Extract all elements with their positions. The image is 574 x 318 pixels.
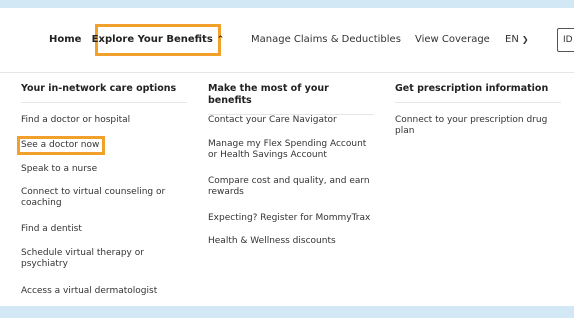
menu-link-find-doctor[interactable]: Find a doctor or hospital — [21, 115, 130, 126]
menu-link-wellness-discounts[interactable]: Health & Wellness discounts — [208, 236, 336, 247]
nav-explore-benefits-button[interactable]: Explore Your Benefits ⌃ — [91, 24, 224, 56]
language-label: EN — [505, 34, 519, 45]
nav-manage-claims-link[interactable]: Manage Claims & Deductibles — [251, 33, 401, 47]
menu-link-virtual-dermatologist[interactable]: Access a virtual dermatologist — [21, 286, 157, 297]
column-heading: Your in-network care options — [21, 83, 187, 103]
menu-link-care-navigator[interactable]: Contact your Care Navigator — [208, 115, 337, 126]
id-card-button[interactable]: ID — [557, 28, 574, 52]
menu-link-mommytrax[interactable]: Expecting? Register for MommyTrax — [208, 213, 370, 224]
language-selector[interactable]: EN ❯ — [505, 33, 529, 47]
menu-column-benefits: Make the most of your benefits Contact y… — [208, 73, 374, 246]
menu-link-find-dentist[interactable]: Find a dentist — [21, 224, 82, 235]
menu-link-virtual-counseling[interactable]: Connect to virtual counseling or coachin… — [21, 187, 181, 209]
menu-column-care-options: Your in-network care options Find a doct… — [16, 73, 187, 296]
top-navigation: Home Explore Your Benefits ⌃ Manage Clai… — [0, 0, 574, 72]
column-heading: Make the most of your benefits — [208, 83, 374, 115]
menu-link-prescription-plan[interactable]: Connect to your prescription drug plan — [395, 115, 561, 137]
menu-link-speak-nurse[interactable]: Speak to a nurse — [21, 164, 97, 175]
chevron-down-icon: ❯ — [521, 35, 529, 44]
nav-home-link[interactable]: Home — [49, 33, 81, 47]
benefits-mega-menu: Your in-network care options Find a doct… — [0, 72, 574, 307]
menu-link-compare-cost[interactable]: Compare cost and quality, and earn rewar… — [208, 176, 374, 198]
menu-link-virtual-therapy[interactable]: Schedule virtual therapy or psychiatry — [21, 248, 161, 270]
nav-view-coverage-link[interactable]: View Coverage — [415, 33, 490, 47]
menu-column-prescription: Get prescription information Connect to … — [395, 73, 561, 136]
column-heading: Get prescription information — [395, 83, 561, 103]
menu-link-see-doctor-now[interactable]: See a doctor now — [16, 136, 106, 155]
nav-explore-label: Explore Your Benefits — [91, 34, 213, 45]
page-background — [0, 306, 574, 318]
chevron-up-icon: ⌃ — [216, 35, 225, 45]
menu-link-flex-spending[interactable]: Manage my Flex Spending Account or Healt… — [208, 139, 374, 161]
